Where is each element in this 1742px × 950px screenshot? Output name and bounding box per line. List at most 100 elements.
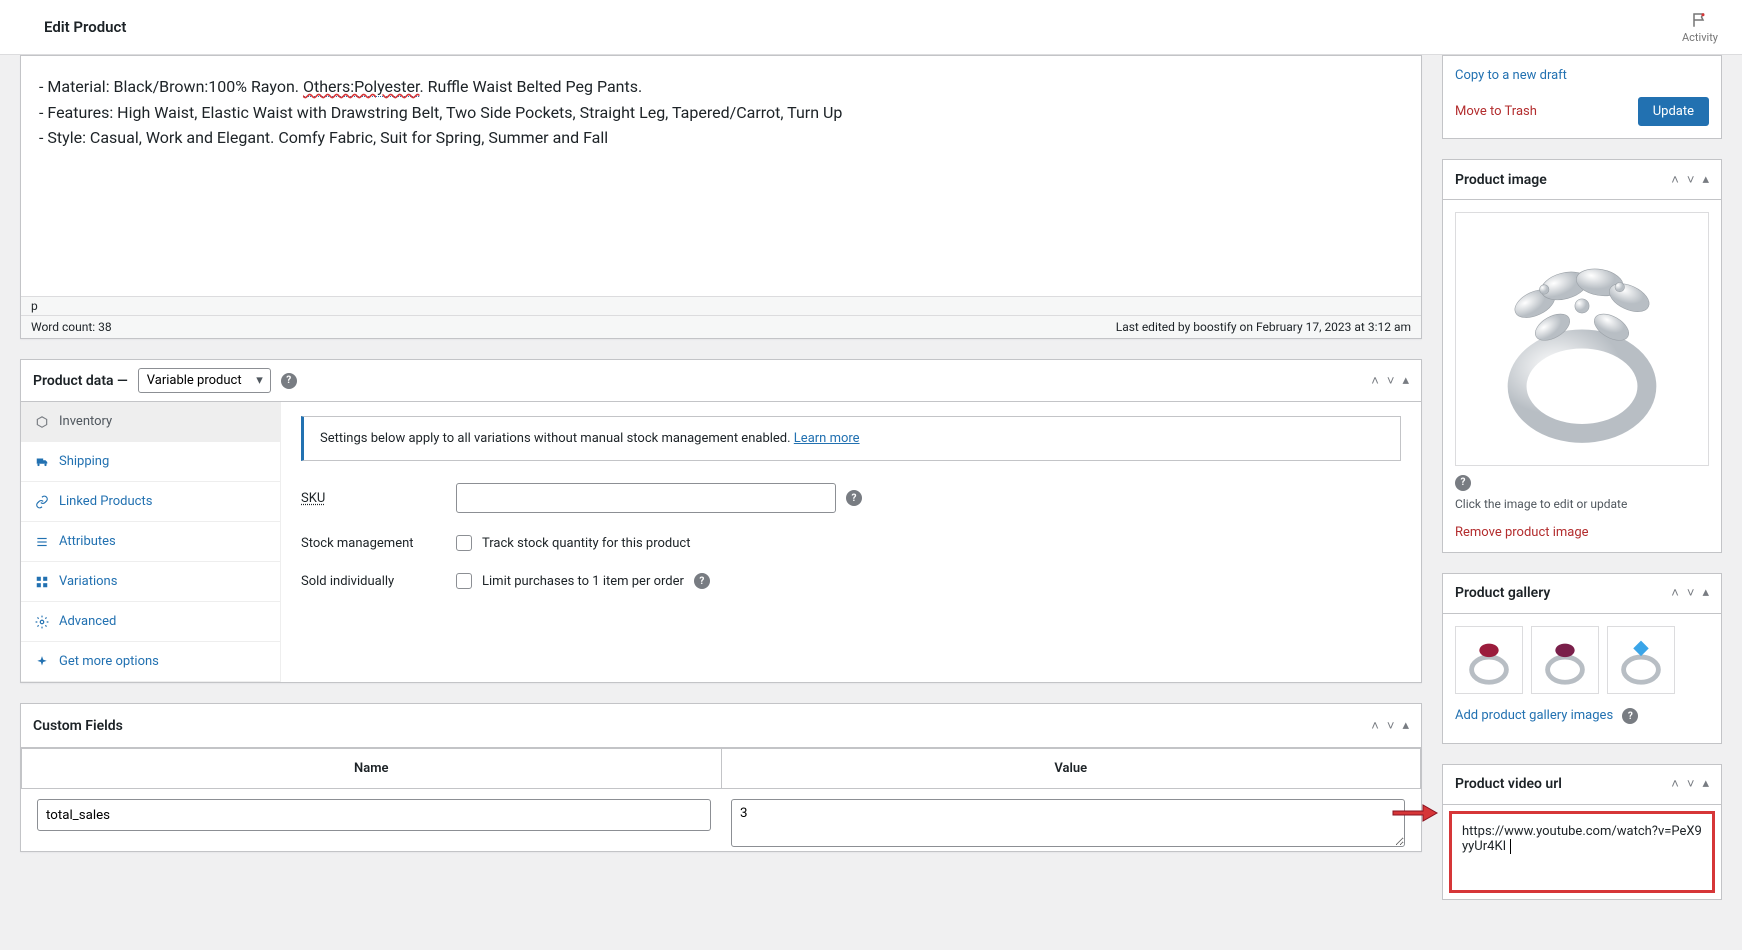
text-cursor (1507, 839, 1511, 854)
custom-fields-box: Custom Fields ˄ ˅ ▴ Name Value 3 (20, 703, 1422, 852)
video-url-value: https://www.youtube.com/watch?v=PeX9yyUr… (1462, 824, 1702, 854)
product-data-title: Product data (33, 373, 114, 389)
move-down-icon[interactable]: ˅ (1387, 718, 1395, 734)
move-down-icon[interactable]: ˅ (1687, 585, 1695, 601)
cf-value-header: Value (721, 748, 1422, 789)
help-icon[interactable]: ? (1455, 475, 1471, 491)
move-up-icon[interactable]: ˄ (1671, 585, 1679, 601)
gear-icon (35, 615, 49, 629)
product-gallery-box: Product gallery ˄ ˅ ▴ (1442, 573, 1722, 744)
help-icon[interactable]: ? (694, 573, 710, 589)
stock-management-label: Stock management (301, 536, 456, 551)
product-image-thumbnail[interactable] (1455, 212, 1709, 466)
product-type-select[interactable]: Variable product (138, 368, 271, 393)
toggle-icon[interactable]: ▴ (1702, 776, 1709, 792)
help-icon[interactable]: ? (846, 490, 862, 506)
last-edited: Last edited by boostify on February 17, … (1116, 320, 1411, 334)
update-button[interactable]: Update (1638, 97, 1709, 126)
editor-path[interactable]: p (21, 297, 1421, 316)
product-image-box: Product image ˄ ˅ ▴ (1442, 159, 1722, 553)
cf-value-input[interactable]: 3 (731, 799, 1405, 847)
link-icon (35, 495, 49, 509)
copy-to-draft-link[interactable]: Copy to a new draft (1455, 68, 1567, 83)
custom-field-row: 3 (21, 789, 1421, 851)
tab-shipping[interactable]: Shipping (21, 442, 280, 482)
tab-advanced[interactable]: Advanced (21, 602, 280, 642)
tab-attributes[interactable]: Attributes (21, 522, 280, 562)
dash: — (117, 373, 128, 389)
toggle-icon[interactable]: ▴ (1702, 585, 1709, 601)
notice-text: Settings below apply to all variations w… (320, 431, 794, 446)
sold-individually-checkbox[interactable] (456, 573, 472, 589)
word-count: Word count: 38 (31, 320, 112, 334)
activity-label: Activity (1682, 31, 1718, 44)
page-title: Edit Product (44, 18, 126, 36)
ring-thumb-icon (1612, 631, 1670, 689)
move-up-icon[interactable]: ˄ (1671, 172, 1679, 188)
sku-label: SKU (301, 491, 456, 506)
tab-linked-products[interactable]: Linked Products (21, 482, 280, 522)
remove-product-image-link[interactable]: Remove product image (1455, 525, 1589, 540)
tab-variations[interactable]: Variations (21, 562, 280, 602)
activity-button[interactable]: Activity (1682, 11, 1718, 44)
editor-text: - Style: Casual, Work and Elegant. Comfy… (39, 125, 1403, 151)
cf-name-input[interactable] (37, 799, 711, 831)
help-icon[interactable]: ? (1622, 708, 1638, 724)
list-icon (35, 535, 49, 549)
product-data-tabs: Inventory Shipping Linked Products Attri… (21, 402, 281, 682)
editor-text: - Features: High Waist, Elastic Waist wi… (39, 100, 1403, 126)
tab-label: Advanced (59, 614, 116, 629)
gallery-thumb[interactable] (1607, 626, 1675, 694)
product-gallery-title: Product gallery (1455, 585, 1550, 601)
editor-text-spellcheck: Others:Polyester (303, 77, 420, 97)
annotation-arrow-icon (1391, 801, 1439, 825)
editor-statusbar: p Word count: 38 Last edited by boostify… (21, 296, 1421, 338)
move-down-icon[interactable]: ˅ (1687, 172, 1695, 188)
stock-management-checkbox[interactable] (456, 535, 472, 551)
product-image-title: Product image (1455, 172, 1547, 188)
move-down-icon[interactable]: ˅ (1687, 776, 1695, 792)
learn-more-link[interactable]: Learn more (794, 431, 860, 446)
tab-label: Inventory (59, 414, 112, 429)
move-up-icon[interactable]: ˄ (1671, 776, 1679, 792)
help-icon[interactable]: ? (281, 373, 297, 389)
sparkle-icon (35, 655, 49, 669)
toggle-icon[interactable]: ▴ (1702, 172, 1709, 188)
custom-fields-title: Custom Fields (33, 718, 123, 734)
tab-label: Attributes (59, 534, 116, 549)
gallery-thumb[interactable] (1531, 626, 1599, 694)
flag-icon (1691, 11, 1709, 29)
publish-box: Copy to a new draft Move to Trash Update (1442, 55, 1722, 139)
sold-individually-cb-label: Limit purchases to 1 item per order (482, 574, 684, 589)
ring-thumb-icon (1536, 631, 1594, 689)
product-image-hint: Click the image to edit or update (1455, 497, 1709, 511)
move-to-trash-link[interactable]: Move to Trash (1455, 104, 1537, 119)
editor-text: . Ruffle Waist Belted Peg Pants. (419, 77, 642, 96)
tab-label: Shipping (59, 454, 109, 469)
tab-label: Variations (59, 574, 117, 589)
toggle-icon[interactable]: ▴ (1402, 373, 1409, 389)
product-data-header: Product data — Variable product ? ˄ ˅ ▴ (21, 360, 1421, 402)
tab-get-more-options[interactable]: Get more options (21, 642, 280, 682)
gallery-thumb[interactable] (1455, 626, 1523, 694)
move-up-icon[interactable]: ˄ (1371, 718, 1379, 734)
tab-label: Get more options (59, 654, 159, 669)
stock-management-cb-label: Track stock quantity for this product (482, 536, 690, 551)
tab-label: Linked Products (59, 494, 152, 509)
move-down-icon[interactable]: ˅ (1387, 373, 1395, 389)
move-up-icon[interactable]: ˄ (1371, 373, 1379, 389)
inventory-panel: Settings below apply to all variations w… (281, 402, 1421, 682)
ring-thumb-icon (1460, 631, 1518, 689)
sku-input[interactable] (456, 483, 836, 513)
product-video-url-box: Product video url ˄ ˅ ▴ https://www.yout… (1442, 764, 1722, 900)
editor-content[interactable]: - Material: Black/Brown:100% Rayon. Othe… (21, 56, 1421, 296)
video-url-input[interactable]: https://www.youtube.com/watch?v=PeX9yyUr… (1449, 811, 1715, 893)
tab-inventory[interactable]: Inventory (21, 402, 280, 442)
description-editor-box: - Material: Black/Brown:100% Rayon. Othe… (20, 55, 1422, 339)
inventory-notice: Settings below apply to all variations w… (301, 416, 1401, 461)
toggle-icon[interactable]: ▴ (1402, 718, 1409, 734)
grid-icon (35, 575, 49, 589)
inventory-icon (35, 415, 49, 429)
add-gallery-images-link[interactable]: Add product gallery images (1455, 708, 1613, 723)
product-video-url-title: Product video url (1455, 776, 1562, 792)
